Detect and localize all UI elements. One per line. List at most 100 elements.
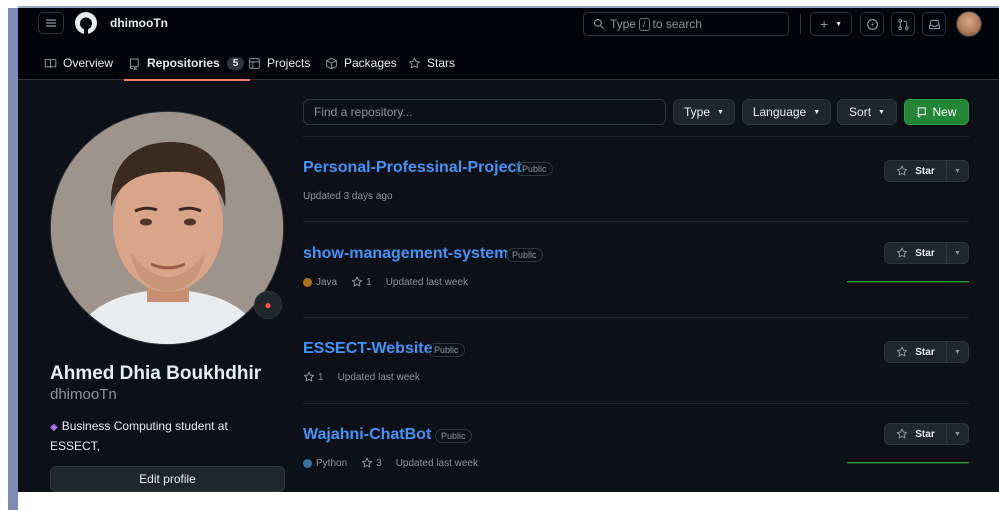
pull-requests-button[interactable] bbox=[891, 12, 915, 36]
set-status-button[interactable]: ● bbox=[254, 291, 282, 319]
star-list-dropdown[interactable]: ▼ bbox=[947, 342, 968, 362]
plus-icon: + bbox=[819, 16, 829, 32]
visibility-badge: Public bbox=[435, 429, 472, 443]
search-icon bbox=[593, 18, 605, 30]
repo-link-wajahni-chatbot[interactable]: Wajahni-ChatBot bbox=[303, 426, 431, 444]
header-username[interactable]: dhimooTn bbox=[110, 16, 168, 30]
repo-language: Python bbox=[316, 457, 348, 469]
tab-label: Repositories bbox=[147, 56, 220, 70]
repo-icon bbox=[918, 107, 927, 118]
profile-tabs: Overview Repositories 5 Projects Package… bbox=[18, 46, 999, 81]
github-profile-page: dhimooTn Type / to search + ▼ Overview R… bbox=[18, 8, 999, 492]
find-repository-input[interactable]: Find a repository... bbox=[303, 99, 666, 125]
updated-time: Updated last week bbox=[337, 371, 420, 383]
star-icon[interactable] bbox=[351, 276, 363, 288]
star-button[interactable]: Star ▼ bbox=[884, 160, 969, 182]
github-logo-icon[interactable] bbox=[74, 11, 98, 35]
language-color-dot bbox=[303, 458, 312, 468]
star-button-main[interactable]: Star bbox=[885, 161, 947, 181]
tab-repositories[interactable]: Repositories 5 bbox=[123, 46, 251, 81]
chevron-down-icon: ▼ bbox=[835, 20, 843, 28]
user-avatar-menu[interactable] bbox=[956, 11, 982, 37]
tab-label: Overview bbox=[63, 56, 114, 70]
star-list-dropdown[interactable]: ▼ bbox=[947, 424, 968, 444]
status-emoji-icon: ● bbox=[264, 298, 272, 312]
list-divider bbox=[303, 403, 969, 404]
chevron-down-icon: ▼ bbox=[954, 167, 961, 175]
repo-icon bbox=[129, 58, 139, 70]
inbox-icon bbox=[928, 19, 940, 29]
chevron-down-icon: ▼ bbox=[878, 108, 885, 116]
repo-meta: Updated 3 days ago bbox=[303, 191, 393, 202]
star-label: Star bbox=[915, 165, 935, 177]
star-icon bbox=[897, 346, 908, 357]
screenshot-frame-bottom bbox=[18, 492, 999, 510]
header-divider bbox=[800, 14, 801, 34]
repo-link-personal-professinal-project[interactable]: Personal-Professinal-Project bbox=[303, 159, 522, 177]
bio-emoji-icon: ◆ bbox=[50, 422, 58, 433]
profile-login: dhimooTn bbox=[50, 386, 117, 403]
star-button-main[interactable]: Star bbox=[885, 342, 947, 362]
updated-time: Updated 3 days ago bbox=[303, 191, 393, 202]
new-button-label: New bbox=[932, 105, 957, 119]
chevron-down-icon: ▼ bbox=[717, 108, 724, 116]
language-filter-button[interactable]: Language ▼ bbox=[742, 99, 831, 125]
chevron-down-icon: ▼ bbox=[954, 249, 961, 257]
star-icon bbox=[897, 247, 908, 258]
menu-button[interactable] bbox=[38, 12, 64, 34]
star-button-main[interactable]: Star bbox=[885, 424, 947, 444]
screenshot-frame-left bbox=[8, 8, 18, 510]
type-filter-button[interactable]: Type ▼ bbox=[673, 99, 735, 125]
inbox-button[interactable] bbox=[922, 12, 946, 36]
star-count[interactable]: 3 bbox=[376, 458, 382, 469]
profile-full-name: Ahmed Dhia Boukhdhir bbox=[50, 363, 262, 384]
star-button[interactable]: Star ▼ bbox=[884, 242, 969, 264]
star-count[interactable]: 1 bbox=[366, 277, 372, 288]
issues-button[interactable] bbox=[860, 12, 884, 36]
star-icon bbox=[408, 57, 421, 68]
tab-label: Stars bbox=[427, 56, 456, 70]
search-shortcut-key: / bbox=[639, 17, 650, 31]
star-list-dropdown[interactable]: ▼ bbox=[947, 161, 968, 181]
star-button[interactable]: Star ▼ bbox=[884, 341, 969, 363]
repo-link-essect-website[interactable]: ESSECT-Website bbox=[303, 340, 433, 358]
repo-meta: Java 1 Updated last week bbox=[303, 276, 468, 288]
repo-count-badge: 5 bbox=[226, 56, 245, 70]
list-divider bbox=[303, 221, 969, 222]
star-icon[interactable] bbox=[303, 371, 315, 383]
sort-filter-button[interactable]: Sort ▼ bbox=[837, 99, 897, 125]
chevron-down-icon: ▼ bbox=[954, 430, 961, 438]
star-count[interactable]: 1 bbox=[318, 372, 324, 383]
language-filter-label: Language bbox=[752, 105, 807, 119]
table-icon bbox=[249, 57, 260, 69]
updated-time: Updated last week bbox=[385, 276, 468, 288]
profile-bio-text: Business Computing student at ESSECT, bbox=[50, 419, 228, 453]
type-filter-label: Type bbox=[684, 105, 711, 119]
edit-profile-button[interactable]: Edit profile bbox=[50, 466, 285, 492]
search-prefix: Type bbox=[610, 17, 637, 31]
search-input[interactable]: Type / to search bbox=[583, 12, 789, 36]
repo-meta: Python 3 Updated last week bbox=[303, 457, 478, 469]
activity-sparkline bbox=[847, 281, 969, 283]
star-icon[interactable] bbox=[361, 457, 373, 469]
new-repository-button[interactable]: New bbox=[904, 99, 969, 125]
repo-meta: 1 Updated last week bbox=[303, 371, 420, 383]
language-color-dot bbox=[303, 277, 312, 287]
tab-stars[interactable]: Stars bbox=[408, 46, 455, 80]
activity-sparkline bbox=[847, 462, 969, 464]
create-new-button[interactable]: + ▼ bbox=[810, 12, 852, 36]
tab-packages[interactable]: Packages bbox=[325, 46, 397, 80]
repo-link-show-management-system[interactable]: show-management-system bbox=[303, 245, 508, 263]
profile-bio: ◆ Business Computing student at ESSECT, bbox=[50, 417, 270, 455]
star-button[interactable]: Star ▼ bbox=[884, 423, 969, 445]
repo-language: Java bbox=[316, 276, 338, 288]
star-label: Star bbox=[915, 346, 935, 358]
star-list-dropdown[interactable]: ▼ bbox=[947, 243, 968, 263]
hamburger-icon bbox=[45, 19, 57, 27]
git-pull-request-icon bbox=[897, 18, 909, 30]
tab-overview[interactable]: Overview bbox=[44, 46, 113, 80]
tab-projects[interactable]: Projects bbox=[248, 46, 310, 80]
tab-label: Projects bbox=[267, 56, 311, 70]
profile-avatar[interactable] bbox=[50, 111, 284, 345]
star-button-main[interactable]: Star bbox=[885, 243, 947, 263]
